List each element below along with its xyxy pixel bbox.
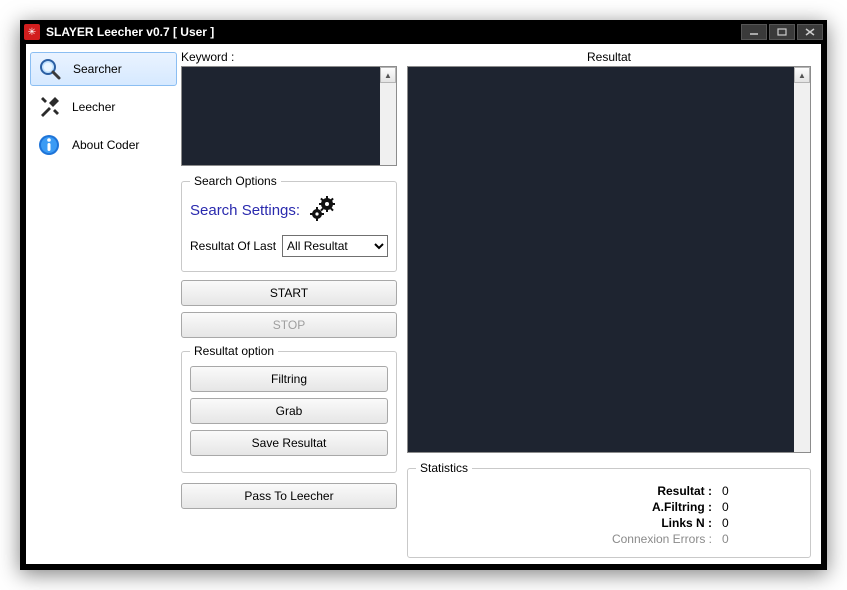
resultat-of-last-select[interactable]: All Resultat [282,235,388,257]
start-button[interactable]: START [181,280,397,306]
keyword-label: Keyword : [181,50,397,64]
stat-row-afiltring: A.Filtring : 0 [416,499,802,515]
resultat-output[interactable] [407,66,811,453]
stat-value-afiltring: 0 [722,500,752,514]
sidebar-item-about[interactable]: About Coder [30,128,177,162]
titlebar[interactable]: ✳ SLAYER Leecher v0.7 [ User ] [20,20,827,44]
resultat-scrollbar[interactable]: ▲ [794,67,810,452]
stat-label: A.Filtring : [592,500,712,514]
stat-value-connerr: 0 [722,532,752,546]
search-settings-row: Search Settings: [190,196,388,225]
sidebar-item-label: Leecher [72,100,115,114]
right-column: Resultat ▲ Statistics Resultat : 0 A.Fil… [401,44,821,564]
statistics-legend: Statistics [416,461,472,475]
resultat-label: Resultat [407,50,811,64]
resultat-option-group: Resultat option Filtring Grab Save Resul… [181,344,397,473]
search-settings-label: Search Settings: [190,202,300,219]
search-options-legend: Search Options [190,174,281,188]
stop-button[interactable]: STOP [181,312,397,338]
info-icon [36,132,62,158]
filtring-button[interactable]: Filtring [190,366,388,392]
stat-value-resultat: 0 [722,484,752,498]
scroll-up-icon[interactable]: ▲ [794,67,810,83]
stat-value-linksn: 0 [722,516,752,530]
magnifier-icon [37,56,63,82]
app-icon: ✳ [24,24,40,40]
sidebar-item-leecher[interactable]: Leecher [30,90,177,124]
middle-column: Keyword : ▲ Search Options Search Settin… [181,44,401,564]
stat-label: Links N : [592,516,712,530]
sidebar-item-label: Searcher [73,62,122,76]
sidebar: Searcher Leecher [26,44,181,564]
app-window: ✳ SLAYER Leecher v0.7 [ User ] [20,20,827,570]
close-button[interactable] [797,24,823,40]
keyword-scrollbar[interactable]: ▲ [380,67,396,165]
statistics-body: Resultat : 0 A.Filtring : 0 Links N : 0 … [416,483,802,547]
scroll-up-icon[interactable]: ▲ [380,67,396,83]
stat-label: Connexion Errors : [592,532,712,546]
window-controls [739,24,823,40]
grab-button[interactable]: Grab [190,398,388,424]
pass-to-leecher-button[interactable]: Pass To Leecher [181,483,397,509]
resultat-option-legend: Resultat option [190,344,278,358]
sidebar-item-label: About Coder [72,138,139,152]
statistics-group: Statistics Resultat : 0 A.Filtring : 0 L… [407,461,811,558]
stat-row-linksn: Links N : 0 [416,515,802,531]
minimize-button[interactable] [741,24,767,40]
sidebar-item-searcher[interactable]: Searcher [30,52,177,86]
client-area: Searcher Leecher [26,44,821,564]
resultat-of-last-row: Resultat Of Last All Resultat [190,235,388,257]
resultat-of-last-label: Resultat Of Last [190,239,276,253]
stat-label: Resultat : [592,484,712,498]
save-resultat-button[interactable]: Save Resultat [190,430,388,456]
stat-row-resultat: Resultat : 0 [416,483,802,499]
keyword-input[interactable] [181,66,397,166]
keyword-box-wrap: ▲ [181,66,397,166]
search-options-group: Search Options Search Settings: [181,174,397,272]
stat-row-connerr: Connexion Errors : 0 [416,531,802,547]
window-title: SLAYER Leecher v0.7 [ User ] [46,25,739,39]
maximize-button[interactable] [769,24,795,40]
tools-icon [36,94,62,120]
gears-icon[interactable] [308,196,338,225]
resultat-box-wrap: ▲ [407,66,811,453]
